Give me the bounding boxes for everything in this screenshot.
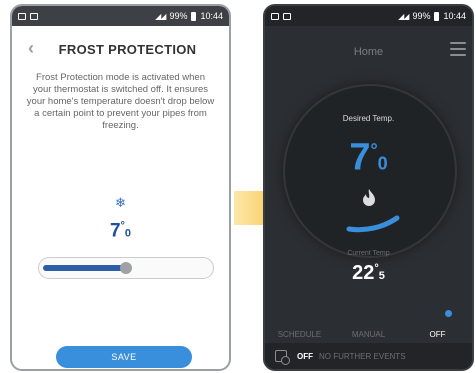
status-time: 10:44 [200,11,223,21]
current-temperature: 22°5 [265,262,472,285]
snowflake-icon: ❄ [115,195,126,210]
mode-tabs: SCHEDULE MANUAL OFF [265,326,472,344]
frost-header: ‹ FROST PROTECTION [12,36,229,60]
current-temp-label: Current Temp [347,250,390,257]
active-mode-indicator [445,310,452,317]
desired-temp-decimal: 0 [377,153,388,174]
desired-temp-main: 7 [349,136,371,179]
slider-thumb[interactable] [120,262,132,274]
battery-icon [434,11,440,21]
schedule-clock-icon [275,350,290,365]
footer-status: OFF [297,351,313,361]
footer-events: NO FURTHER EVENTS [319,351,406,361]
screenshot-notification-icon [30,12,38,20]
status-bar: ◢◢ 99% 10:44 [12,6,229,26]
notification-icon [271,12,279,20]
save-button[interactable]: SAVE [56,346,192,368]
frost-temp-decimal: 0 [124,227,132,240]
footer-status-bar[interactable]: OFF NO FURTHER EVENTS [265,343,472,369]
wifi-signal-icon: ◢◢ [398,11,409,21]
tab-manual[interactable]: MANUAL [334,326,403,344]
tab-schedule[interactable]: SCHEDULE [265,326,334,344]
current-temp-main: 22 [352,262,375,284]
page-title: FROST PROTECTION [58,42,197,57]
battery-icon [191,11,197,21]
current-temp-decimal: 5 [378,270,385,282]
frost-temp-main: 7 [109,220,121,242]
hamburger-menu-icon[interactable] [450,42,466,60]
slider-fill [43,265,130,271]
frost-temperature: 7°0 [12,220,229,242]
notification-icon [18,12,26,20]
desired-temperature: 7°0 [265,130,472,184]
screenshot-stage: ◢◢ 99% 10:44 ‹ FROST PROTECTION Frost Pr… [0,0,476,373]
screenshot-notification-icon [283,12,291,20]
status-time: 10:44 [443,11,466,21]
frost-description: Frost Protection mode is activated when … [26,72,215,131]
home-thermostat-phone: ◢◢ 99% 10:44 Home Desired Temp. 7°0 Curr… [263,4,474,371]
wifi-signal-icon: ◢◢ [155,11,166,21]
battery-percent: 99% [412,11,431,21]
home-title: Home [353,46,384,58]
tab-off[interactable]: OFF [403,326,472,344]
frost-protection-phone: ◢◢ 99% 10:44 ‹ FROST PROTECTION Frost Pr… [10,4,231,371]
status-bar-dark: ◢◢ 99% 10:44 [265,6,472,26]
desired-temp-unit: ° [370,140,378,160]
battery-percent: 99% [169,11,188,21]
desired-temp-label: Desired Temp. [342,114,395,123]
flame-icon [363,189,375,206]
frost-temp-slider[interactable] [38,257,214,279]
